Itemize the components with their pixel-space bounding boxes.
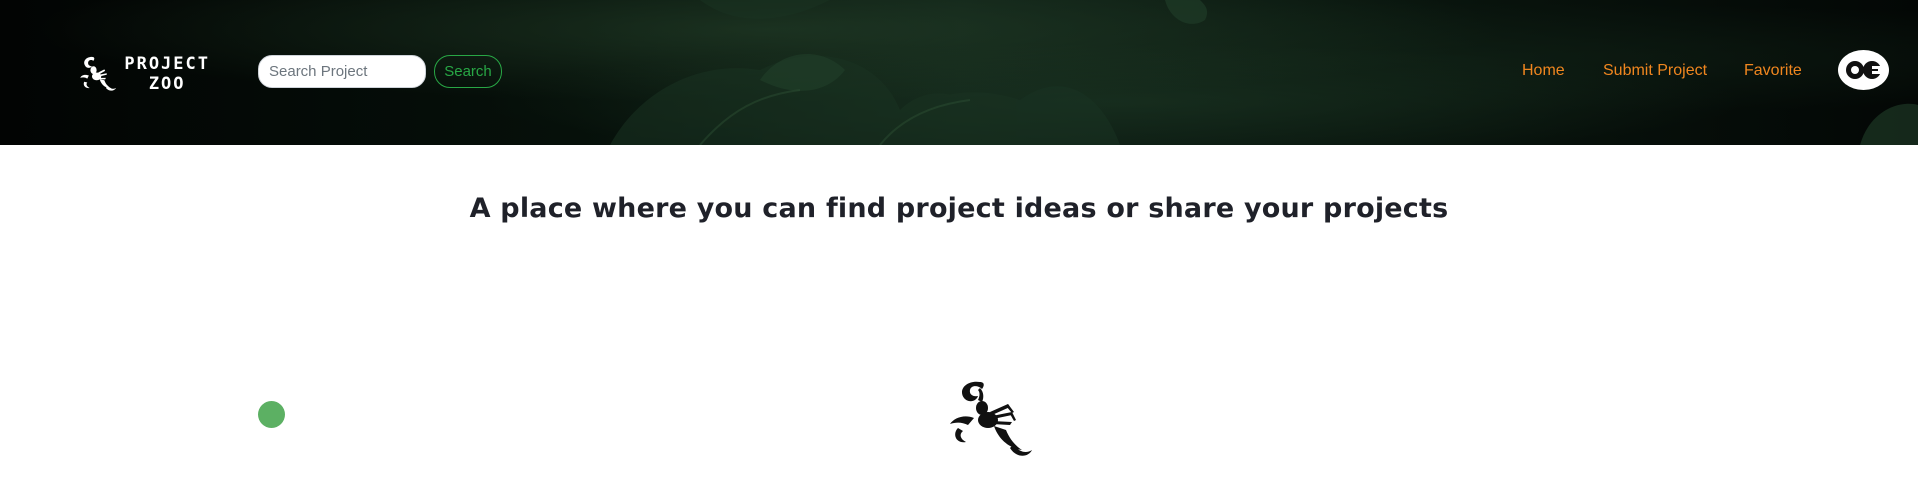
scorpion-icon	[950, 381, 1032, 456]
navbar: PROJECT ZOO Search Home Submit Project F…	[0, 0, 1918, 145]
brand-name-line1: PROJECT	[124, 54, 210, 74]
brand-logo[interactable]: PROJECT ZOO	[78, 48, 210, 100]
nav-link-home[interactable]: Home	[1522, 61, 1565, 81]
brand-name: PROJECT ZOO	[124, 54, 210, 94]
green-dot-icon	[258, 401, 285, 428]
profile-logo-icon	[1845, 61, 1882, 79]
scorpion-icon	[80, 56, 117, 91]
brand-name-line2: ZOO	[148, 74, 186, 94]
nav-link-submit-project[interactable]: Submit Project	[1603, 61, 1707, 81]
page-headline: A place where you can find project ideas…	[469, 193, 1449, 224]
avatar[interactable]	[1838, 50, 1889, 90]
search-input[interactable]	[258, 55, 426, 88]
nav-link-favorite[interactable]: Favorite	[1744, 61, 1802, 81]
search-button[interactable]: Search	[434, 55, 502, 88]
